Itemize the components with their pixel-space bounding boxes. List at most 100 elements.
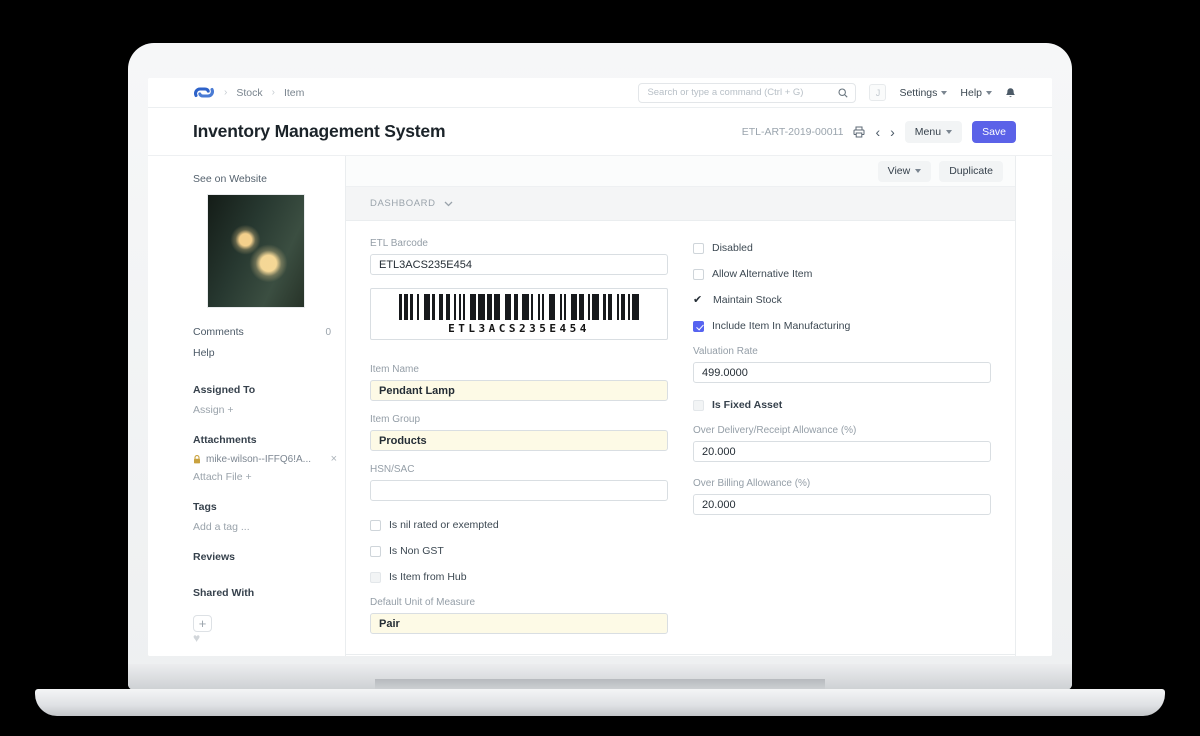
- global-search: [638, 82, 857, 103]
- like-heart-icon[interactable]: ♥: [193, 632, 345, 644]
- over-delivery-input[interactable]: [693, 441, 991, 462]
- assign-button[interactable]: Assign +: [193, 404, 345, 416]
- remove-attachment-icon[interactable]: ×: [331, 454, 337, 465]
- valuation-rate-input[interactable]: [693, 362, 991, 383]
- valuation-rate-label: Valuation Rate: [693, 346, 758, 357]
- reviews-heading: Reviews: [193, 551, 236, 563]
- attachment-item[interactable]: mike-wilson--IFFQ6!A... ×: [193, 454, 345, 465]
- etl-barcode-input[interactable]: [370, 254, 668, 275]
- item-group-input[interactable]: [370, 430, 668, 451]
- app-screen: › Stock › Item J Settings Help: [148, 78, 1052, 656]
- chevron-down-icon: [915, 169, 922, 173]
- over-billing-input[interactable]: [693, 494, 991, 515]
- checkbox-is-item-from-hub[interactable]: Is Item from Hub: [370, 571, 668, 583]
- attachment-file-link[interactable]: mike-wilson--IFFQ6!A...: [206, 454, 326, 465]
- assigned-to-heading: Assigned To: [193, 384, 256, 396]
- dashboard-section-toggle[interactable]: DASHBOARD: [346, 187, 1015, 221]
- add-share-button[interactable]: +: [193, 615, 212, 632]
- sidebar-help-link[interactable]: Help: [193, 347, 345, 359]
- settings-menu[interactable]: Settings: [899, 86, 948, 99]
- checkbox-icon: [693, 268, 704, 280]
- settings-label: Settings: [899, 86, 938, 99]
- barcode-text: ETL3ACS235E454: [448, 321, 590, 335]
- breadcrumb-stock[interactable]: Stock: [236, 87, 262, 99]
- search-input[interactable]: [639, 87, 839, 98]
- avatar[interactable]: J: [869, 84, 887, 101]
- checkbox-icon: [370, 571, 381, 583]
- check-icon: [693, 295, 705, 306]
- main-panel: View Duplicate DASHBOARD ETL Barcode ETL…: [345, 156, 1016, 656]
- content-area: See on Website Comments 0 Help Assigned …: [148, 156, 1052, 656]
- comments-label: Comments: [193, 326, 244, 338]
- menu-button[interactable]: Menu: [904, 120, 963, 143]
- form-column-left: ETL Barcode ETL3ACS235E454 Item Name: [370, 238, 668, 634]
- laptop-base: [35, 689, 1165, 716]
- document-id: ETL-ART-2019-00011: [741, 125, 844, 138]
- checkbox-is-non-gst[interactable]: Is Non GST: [370, 545, 668, 557]
- print-icon[interactable]: [853, 126, 865, 138]
- uom-input[interactable]: [370, 613, 668, 634]
- checkbox-disabled[interactable]: Disabled: [693, 242, 991, 254]
- hsn-sac-input[interactable]: [370, 480, 668, 501]
- breadcrumb: › Stock › Item: [193, 86, 304, 99]
- checkbox-include-item-in-manufacturing[interactable]: Include Item In Manufacturing: [693, 320, 991, 332]
- checkbox-icon: [693, 242, 704, 254]
- item-name-input[interactable]: [370, 380, 668, 401]
- barcode-preview: ETL3ACS235E454: [370, 288, 668, 340]
- help-label: Help: [960, 86, 982, 99]
- checkbox-is-fixed-asset[interactable]: Is Fixed Asset: [693, 399, 991, 411]
- search-icon[interactable]: [838, 87, 849, 98]
- checkbox-is-nil-rated[interactable]: Is nil rated or exempted: [370, 519, 668, 531]
- see-on-website-link[interactable]: See on Website: [193, 173, 345, 185]
- chevron-down-icon: [444, 201, 453, 206]
- duplicate-button-label: Duplicate: [949, 165, 993, 177]
- help-menu[interactable]: Help: [960, 87, 992, 99]
- page-header: Inventory Management System ETL-ART-2019…: [148, 108, 1052, 156]
- chevron-down-icon: [986, 90, 992, 95]
- chevron-right-icon: ›: [271, 87, 275, 98]
- view-button-label: View: [887, 165, 911, 177]
- chevron-right-icon: ›: [224, 87, 228, 98]
- uom-label: Default Unit of Measure: [370, 597, 476, 608]
- duplicate-button[interactable]: Duplicate: [939, 160, 1003, 182]
- item-name-label: Item Name: [370, 364, 419, 375]
- checkbox-maintain-stock[interactable]: Maintain Stock: [693, 294, 991, 306]
- add-tag-input[interactable]: Add a tag ...: [193, 521, 345, 533]
- app-logo-icon[interactable]: [193, 86, 215, 99]
- laptop-frame: › Stock › Item J Settings Help: [128, 43, 1072, 690]
- barcode-bars: [399, 293, 639, 320]
- view-button[interactable]: View: [877, 160, 932, 182]
- chevron-down-icon: [946, 129, 953, 134]
- laptop-hinge: [128, 664, 1072, 690]
- checkbox-icon: [370, 519, 381, 531]
- comments-row[interactable]: Comments 0: [193, 326, 345, 338]
- save-button[interactable]: Save: [972, 120, 1016, 143]
- checkbox-icon: [370, 545, 381, 557]
- checkbox-allow-alternative-item[interactable]: Allow Alternative Item: [693, 268, 991, 280]
- checkbox-label: Is Fixed Asset: [712, 399, 783, 411]
- navbar-actions: J Settings Help: [638, 82, 1016, 103]
- save-button-label: Save: [982, 125, 1006, 138]
- next-document-button[interactable]: ›: [890, 125, 895, 139]
- shared-with-heading: Shared With: [193, 587, 255, 599]
- product-image[interactable]: [207, 194, 305, 308]
- checkbox-label: Disabled: [712, 242, 753, 254]
- checkbox-label: Include Item In Manufacturing: [712, 320, 851, 332]
- breadcrumb-item[interactable]: Item: [284, 87, 304, 99]
- chevron-down-icon: [941, 90, 948, 95]
- attach-file-button[interactable]: Attach File +: [193, 471, 345, 483]
- form-toolbar: View Duplicate: [346, 156, 1015, 187]
- navbar: › Stock › Item J Settings Help: [148, 78, 1052, 108]
- prev-document-button[interactable]: ‹: [875, 125, 880, 139]
- checkbox-label: Maintain Stock: [713, 294, 782, 306]
- checkbox-label: Is Item from Hub: [389, 571, 467, 583]
- form-column-right: Disabled Allow Alternative Item Maintain…: [693, 238, 991, 634]
- checkbox-icon: [693, 320, 704, 332]
- dashboard-section-label: DASHBOARD: [370, 198, 436, 209]
- over-billing-label: Over Billing Allowance (%): [693, 478, 811, 489]
- menu-button-label: Menu: [914, 125, 942, 138]
- tags-heading: Tags: [193, 501, 217, 513]
- page-title: Inventory Management System: [193, 121, 446, 141]
- item-form: ETL Barcode ETL3ACS235E454 Item Name: [346, 221, 1015, 655]
- notifications-bell-icon[interactable]: [1005, 87, 1016, 99]
